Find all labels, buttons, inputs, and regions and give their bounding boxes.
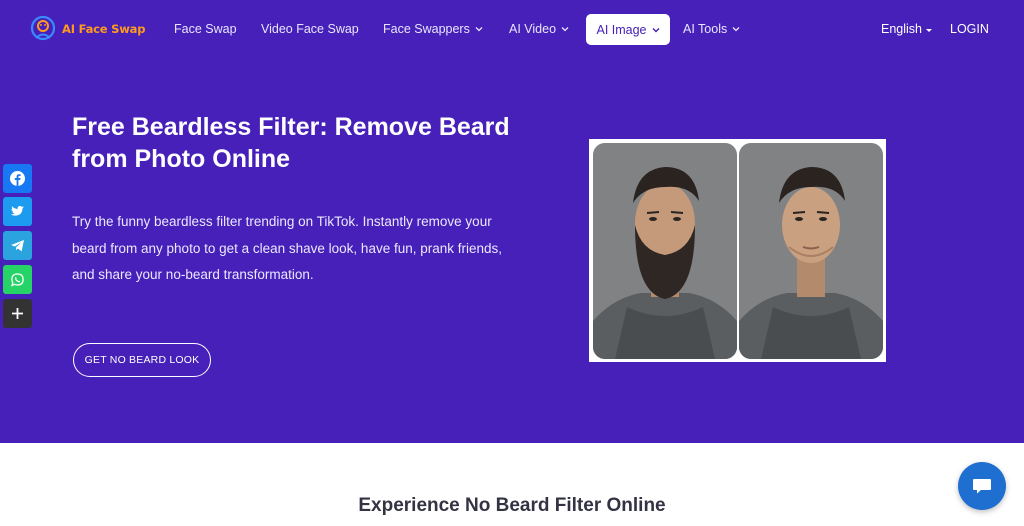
nav-face-swap[interactable]: Face Swap: [174, 22, 237, 36]
chat-bubble-icon: [973, 479, 991, 494]
nav-face-swappers[interactable]: Face Swappers: [383, 22, 483, 36]
beardless-man-image: [739, 143, 883, 359]
nav-face-swap-label: Face Swap: [174, 22, 237, 36]
nav-ai-tools-label: AI Tools: [683, 22, 728, 36]
share-more-button[interactable]: [3, 299, 32, 328]
chevron-down-icon: [732, 27, 740, 32]
chevron-down-icon: [475, 27, 483, 32]
nav-ai-image-label: AI Image: [596, 22, 647, 37]
nav-video-face-swap[interactable]: Video Face Swap: [261, 22, 359, 36]
nav-ai-video-label: AI Video: [509, 22, 557, 36]
get-no-beard-look-button[interactable]: GET NO BEARD LOOK: [73, 343, 211, 377]
brand-name: AI Face Swap: [62, 22, 146, 36]
top-navbar: AI Face Swap Face Swap Video Face Swap F…: [0, 0, 1024, 60]
bearded-man-image: [593, 143, 737, 359]
nav-video-face-swap-label: Video Face Swap: [261, 22, 359, 36]
login-label: LOGIN: [950, 22, 989, 36]
after-photo-beardless: [739, 143, 883, 359]
whatsapp-icon: [10, 273, 24, 287]
nav-face-swappers-label: Face Swappers: [383, 22, 470, 36]
share-facebook-button[interactable]: [3, 164, 32, 193]
twitter-icon: [10, 206, 24, 216]
nav-ai-video[interactable]: AI Video: [509, 22, 569, 36]
facebook-icon: [10, 171, 25, 186]
chat-widget-button[interactable]: [958, 462, 1006, 510]
hero-description: Try the funny beardless filter trending …: [72, 214, 503, 282]
chevron-down-icon: [652, 27, 660, 32]
nav-ai-tools[interactable]: AI Tools: [683, 22, 740, 36]
language-label: English: [881, 22, 922, 36]
share-twitter-button[interactable]: [3, 197, 32, 226]
before-after-image: [589, 139, 886, 362]
before-photo-bearded: [593, 143, 737, 359]
share-telegram-button[interactable]: [3, 231, 32, 260]
section-title: Experience No Beard Filter Online: [358, 495, 666, 516]
caret-down-icon: [926, 28, 932, 32]
login-button[interactable]: LOGIN: [950, 22, 989, 36]
more-icon: [12, 308, 23, 319]
cta-label: GET NO BEARD LOOK: [84, 354, 200, 366]
telegram-icon: [11, 240, 24, 252]
brand-logo-icon: [30, 15, 56, 41]
nav-ai-image[interactable]: AI Image: [586, 14, 670, 45]
brand-logo[interactable]: AI Face Swap: [28, 14, 145, 44]
language-selector[interactable]: English: [881, 22, 932, 36]
page-title: Free Beardless Filter: Remove Beard from…: [72, 113, 510, 173]
share-whatsapp-button[interactable]: [3, 265, 32, 294]
chevron-down-icon: [561, 27, 569, 32]
